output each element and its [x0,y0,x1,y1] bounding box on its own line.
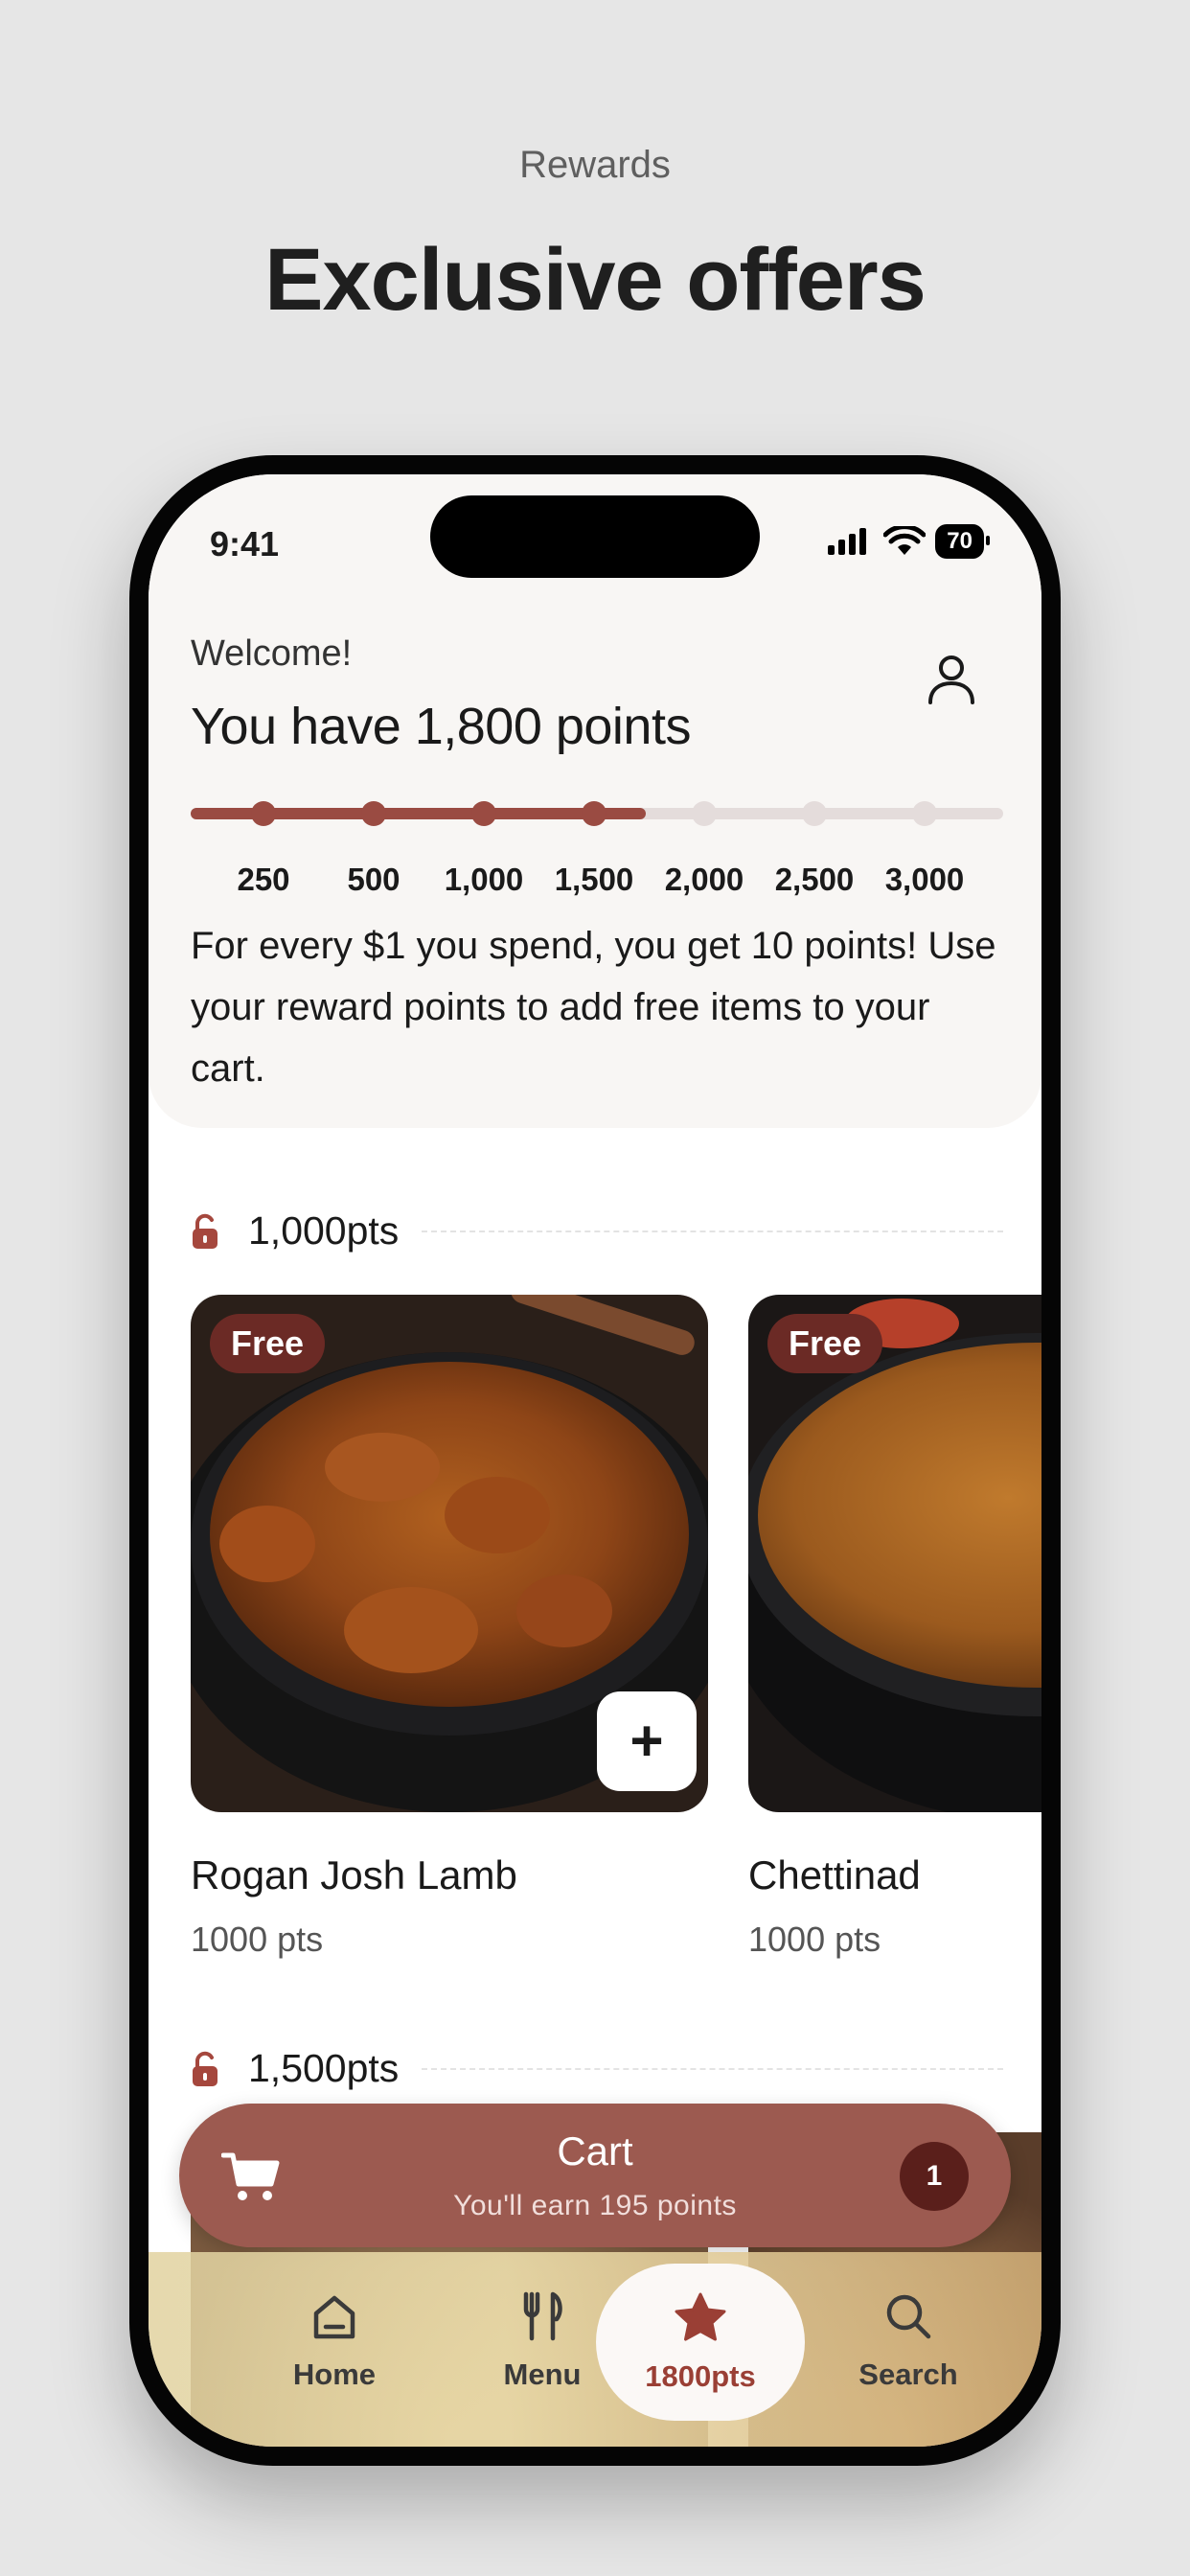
star-icon [675,2292,726,2341]
welcome-text: Welcome! [191,633,353,674]
fork-knife-icon [523,2291,562,2341]
item-name: Rogan Josh Lamb [191,1852,517,1898]
milestone-dot [251,801,276,826]
section-label: 1,000pts [248,1208,400,1253]
phone-frame: 9:41 70 Welcome! You have 1,800 points 2… [129,455,1061,2466]
phone-screen: 9:41 70 Welcome! You have 1,800 points 2… [149,474,1041,2447]
free-badge: Free [210,1314,326,1373]
home-icon [313,2295,355,2339]
points-progress-bar [191,801,1003,826]
wifi-icon [883,526,927,555]
section-label: 1,500pts [248,2046,400,2090]
signal-icon [828,528,867,555]
unlock-icon [193,2051,217,2086]
rewards-header-card: 9:41 70 Welcome! You have 1,800 points 2… [149,474,1041,1128]
status-time: 9:41 [210,524,280,564]
cart-earn-text: You'll earn 195 points [453,2190,737,2221]
tab-label: Home [292,2358,377,2391]
points-title: You have 1,800 points [191,698,691,755]
item-points: 1000 pts [748,1920,881,1959]
points-info-text: For every $1 you spend, you get 10 point… [191,925,996,1090]
tab-label: Search [858,2358,958,2391]
cart-title: Cart [557,2128,633,2174]
milestone-dot [361,801,386,826]
cart-count-badge: 1 [900,2142,969,2211]
section-divider [422,1230,1003,1232]
milestone-dot [471,801,496,826]
search-icon [886,2294,931,2339]
profile-icon[interactable] [923,651,980,708]
milestone-label: 3,000 [884,862,965,897]
status-icons: 70 [826,524,990,559]
milestone-dot [582,801,606,826]
tab-label: Menu [503,2358,582,2391]
tab-search[interactable]: Search [812,2264,1004,2417]
page-kicker: Rewards [519,144,671,186]
section-header-1000: 1,000pts [191,1208,1003,1254]
add-to-cart-button[interactable]: + [597,1691,697,1791]
battery-indicator: 70 [935,524,990,559]
reward-item-card[interactable]: Free [748,1295,1041,1812]
tab-rewards[interactable]: 1800pts [596,2264,805,2421]
free-badge: Free [767,1314,883,1373]
unlock-icon [193,1213,217,1249]
milestone-dot [692,801,717,826]
cart-bar[interactable]: Cart You'll earn 195 points 1 [179,2104,1011,2247]
item-points: 1000 pts [191,1920,324,1959]
tab-bar: Home Menu 1800pts Search [149,2252,1041,2447]
milestone-dot [912,801,937,826]
dynamic-island [430,495,760,578]
reward-item-card[interactable]: Free + [191,1295,708,1812]
milestone-dot [802,801,827,826]
tab-label: 1800pts [645,2359,756,2393]
section-divider [422,2067,1003,2070]
section-header-1500: 1,500pts [191,2046,1003,2091]
tab-home[interactable]: Home [239,2264,430,2417]
item-name: Chettinad [748,1852,921,1898]
page-title: Exclusive offers [264,231,927,329]
